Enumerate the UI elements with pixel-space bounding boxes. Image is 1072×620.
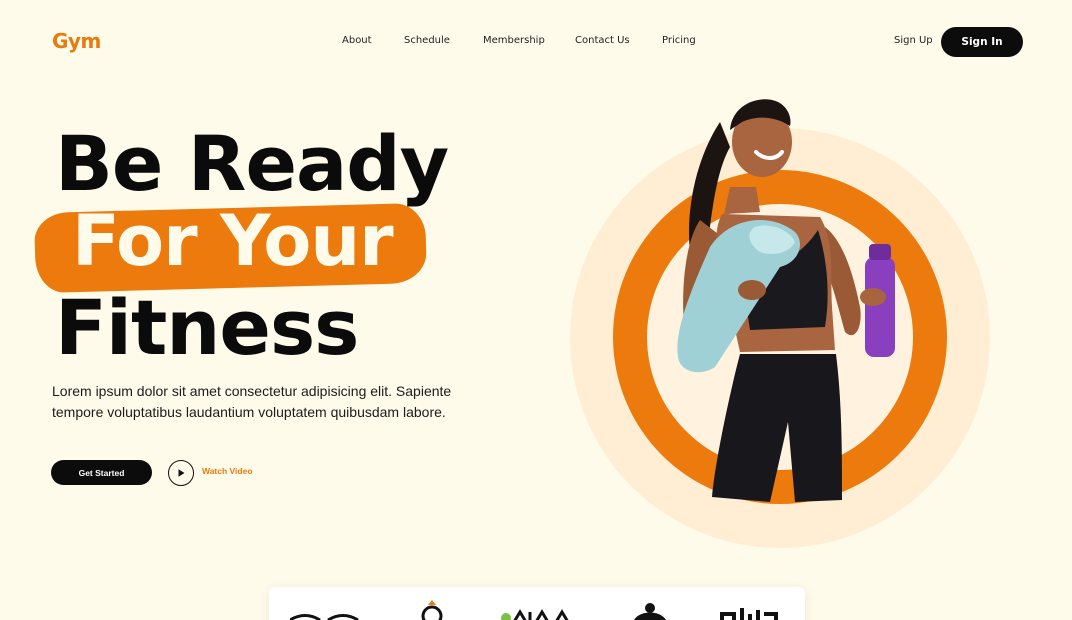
nav-link-schedule[interactable]: Schedule <box>404 35 450 46</box>
hero-description: Lorem ipsum dolor sit amet consectetur a… <box>52 383 452 420</box>
nav-link-membership[interactable]: Membership <box>483 35 545 46</box>
get-started-button[interactable]: Get Started <box>51 460 152 485</box>
nav-link-contact-us[interactable]: Contact Us <box>575 35 630 46</box>
hero-headline-line-3: Fitness <box>55 283 359 372</box>
brand-logo-1-icon <box>290 614 359 620</box>
fitness-woman-image <box>677 99 895 502</box>
nav-link-about[interactable]: About <box>342 35 372 46</box>
watch-video-link[interactable]: Watch Video <box>202 466 253 476</box>
brand-logo-3-icon <box>501 609 569 620</box>
hero-headline-line-1: Be Ready <box>55 119 449 208</box>
brand-logo-5-icon <box>720 608 778 620</box>
hero-headline-line-2: For Your <box>72 200 394 282</box>
gym-logo[interactable]: Gym <box>52 29 101 53</box>
brand-logo-2-icon <box>421 600 443 620</box>
sign-up-link[interactable]: Sign Up <box>894 35 933 46</box>
brand-logo-4-icon <box>634 603 666 620</box>
landing-page: Gym About Schedule Membership Contact Us… <box>0 0 1072 620</box>
sign-in-button[interactable]: Sign In <box>941 27 1023 57</box>
play-video-button[interactable] <box>168 460 194 486</box>
play-icon <box>178 469 185 477</box>
nav-link-pricing[interactable]: Pricing <box>662 35 696 46</box>
